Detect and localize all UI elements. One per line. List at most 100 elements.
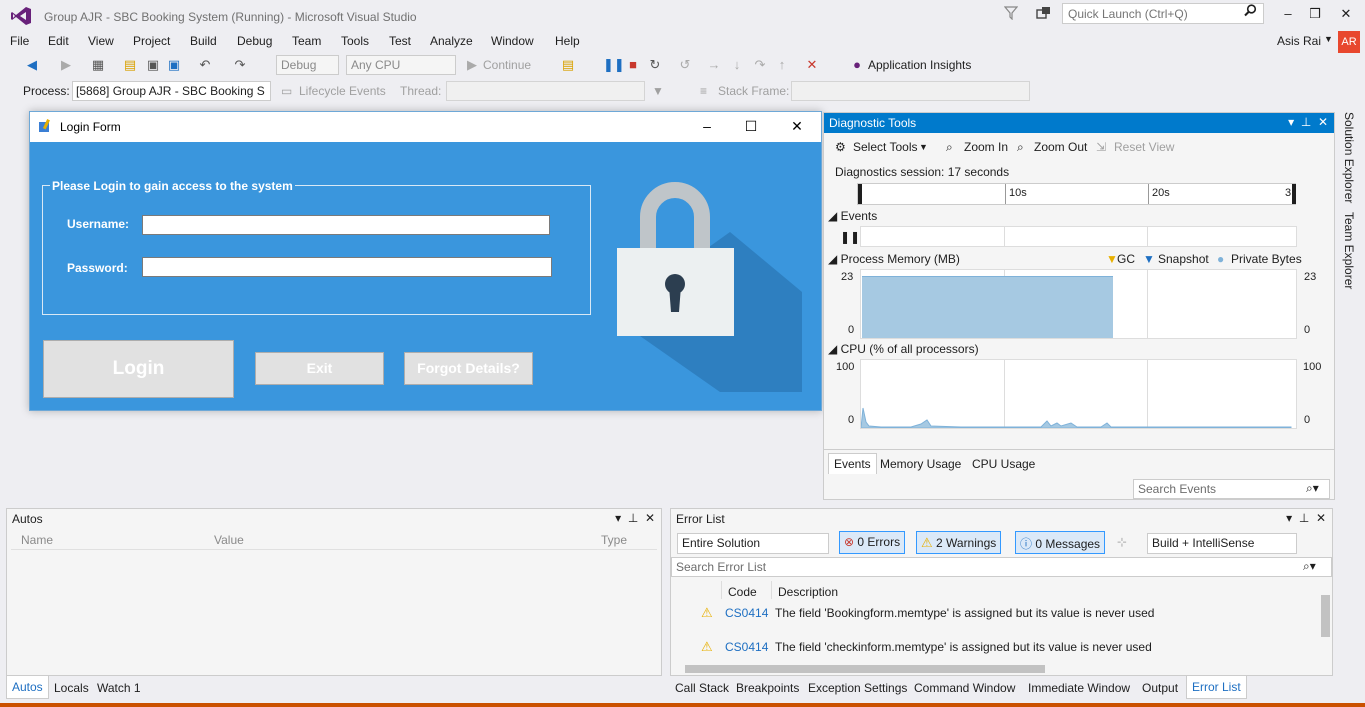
login-maximize-button[interactable]: ☐ [736, 118, 766, 138]
lifecycle-icon[interactable]: ▭ [281, 84, 292, 98]
chevron-down-icon[interactable]: ▼ [1324, 34, 1333, 44]
username-field[interactable] [142, 215, 550, 235]
warnings-toggle[interactable]: ⚠ 2 Warnings [916, 531, 1002, 554]
lifecycle-events-button[interactable]: Lifecycle Events [299, 84, 386, 98]
menu-view[interactable]: View [88, 34, 114, 48]
select-tools-button[interactable]: Select Tools [853, 140, 917, 154]
step-out-icon[interactable]: ↑ [774, 57, 790, 72]
tab-watch-1[interactable]: Watch 1 [97, 681, 141, 695]
breakpoints-icon[interactable]: ✕ [804, 57, 820, 73]
errors-toggle[interactable]: ⊗ 0 Errors [839, 531, 906, 554]
exit-button[interactable]: Exit [255, 352, 384, 385]
tab-locals[interactable]: Locals [54, 681, 89, 695]
zoom-in-icon[interactable]: ⌕ [946, 140, 953, 155]
forward-icon[interactable]: ▶ [58, 57, 74, 73]
tab-memory-usage[interactable]: Memory Usage [880, 457, 961, 471]
menu-file[interactable]: File [10, 34, 29, 48]
stack-frame-select[interactable] [791, 81, 1030, 101]
application-insights-button[interactable]: Application Insights [868, 58, 971, 72]
memory-section-label[interactable]: ◢ Process Memory (MB) [828, 252, 960, 266]
tab-call-stack[interactable]: Call Stack [675, 681, 729, 695]
continue-icon[interactable]: ▶ [464, 57, 480, 73]
process-select[interactable]: [5868] Group AJR - SBC Booking S [72, 81, 271, 101]
back-icon[interactable]: ◀ [24, 57, 40, 73]
platform-select[interactable]: Any CPU [346, 55, 456, 75]
redo-icon[interactable]: ↷ [232, 57, 248, 73]
memory-chart[interactable] [860, 269, 1297, 339]
step-back-icon[interactable]: ↷ [752, 57, 768, 73]
menu-analyze[interactable]: Analyze [430, 34, 473, 48]
table-row[interactable]: ⚠ CS0414 The field 'checkinform.memtype'… [701, 639, 1301, 655]
debug-target-icon[interactable]: ▤ [560, 57, 576, 73]
menu-edit[interactable]: Edit [48, 34, 69, 48]
menu-window[interactable]: Window [491, 34, 534, 48]
quick-launch-input[interactable] [1062, 3, 1264, 24]
ruler-end-handle[interactable] [1292, 184, 1296, 204]
column-value[interactable]: Value [214, 533, 244, 547]
pause-icon[interactable]: ❚❚ [840, 230, 860, 244]
tab-output[interactable]: Output [1142, 681, 1178, 695]
user-name[interactable]: Asis Rai [1277, 34, 1321, 48]
tab-cpu-usage[interactable]: CPU Usage [972, 457, 1035, 471]
search-events-input[interactable]: Search Events [1133, 479, 1330, 499]
zoom-out-icon[interactable]: ⌕ [1017, 140, 1024, 155]
close-button[interactable]: ✕ [1334, 6, 1358, 24]
feedback-icon[interactable] [1036, 6, 1052, 23]
save-icon[interactable]: ▣ [145, 57, 161, 73]
events-track[interactable] [860, 226, 1297, 247]
build-filter-select[interactable]: Build + IntelliSense [1147, 533, 1297, 554]
thread-select[interactable] [446, 81, 645, 101]
menu-test[interactable]: Test [389, 34, 411, 48]
table-row[interactable]: ⚠ CS0414 The field 'Bookingform.memtype'… [701, 605, 1301, 621]
column-code[interactable]: Code [728, 585, 757, 599]
cpu-section-label[interactable]: ◢ CPU (% of all processors) [828, 342, 979, 356]
password-field[interactable] [142, 257, 552, 277]
column-description[interactable]: Description [778, 585, 838, 599]
login-button[interactable]: Login [43, 340, 234, 398]
tab-error-list[interactable]: Error List [1186, 676, 1247, 699]
tab-solution-explorer[interactable]: Solution Explorer [1342, 112, 1356, 203]
zoom-out-button[interactable]: Zoom Out [1034, 140, 1087, 154]
menu-team[interactable]: Team [292, 34, 321, 48]
scope-select[interactable]: Entire Solution [677, 533, 829, 554]
events-section-label[interactable]: ◢ Events [828, 209, 877, 223]
tab-exception-settings[interactable]: Exception Settings [808, 681, 907, 695]
panel-pin-close-icon[interactable]: ▾ ⊥ ✕ [1288, 115, 1328, 129]
tab-autos[interactable]: Autos [6, 676, 49, 699]
login-close-button[interactable]: ✕ [782, 118, 812, 138]
save-all-icon[interactable]: ▣ [166, 57, 182, 73]
gear-icon[interactable]: ⚙ [835, 140, 846, 154]
menu-help[interactable]: Help [555, 34, 580, 48]
vertical-scrollbar[interactable] [1321, 595, 1330, 637]
tab-events[interactable]: Events [828, 453, 877, 474]
step-over-icon[interactable]: → [706, 57, 722, 72]
thread-filter-icon[interactable]: ▼ [652, 84, 664, 98]
pause-icon[interactable]: ❚❚ [603, 57, 625, 73]
chevron-down-icon[interactable]: ▼ [919, 142, 928, 152]
tab-team-explorer[interactable]: Team Explorer [1342, 212, 1356, 289]
reset-view-button[interactable]: Reset View [1114, 140, 1174, 154]
restart-icon[interactable]: ↻ [647, 57, 663, 73]
continue-button[interactable]: Continue [483, 58, 531, 72]
avatar[interactable]: AR [1338, 31, 1360, 53]
notification-filter-icon[interactable] [1003, 6, 1019, 23]
menu-debug[interactable]: Debug [237, 34, 272, 48]
search-icon[interactable]: ⌕▾ [1306, 481, 1319, 496]
error-code-link[interactable]: CS0414 [725, 640, 768, 654]
new-project-icon[interactable]: ▦ [90, 57, 106, 73]
menu-tools[interactable]: Tools [341, 34, 369, 48]
open-file-icon[interactable]: ▤ [122, 57, 138, 73]
search-icon[interactable] [1244, 4, 1257, 20]
panel-pin-close-icon[interactable]: ▾ ⊥ ✕ [615, 511, 655, 525]
undo-icon[interactable]: ↶ [197, 57, 213, 73]
minimize-button[interactable]: – [1276, 6, 1300, 24]
search-error-list-input[interactable]: Search Error List [671, 557, 1332, 577]
panel-pin-close-icon[interactable]: ▾ ⊥ ✕ [1286, 511, 1326, 525]
tab-breakpoints[interactable]: Breakpoints [736, 681, 799, 695]
error-code-link[interactable]: CS0414 [725, 606, 768, 620]
tab-immediate-window[interactable]: Immediate Window [1028, 681, 1130, 695]
cpu-chart[interactable] [860, 359, 1297, 429]
configuration-select[interactable]: Debug [276, 55, 339, 75]
stop-icon[interactable]: ■ [625, 57, 641, 72]
column-type[interactable]: Type [601, 533, 627, 547]
